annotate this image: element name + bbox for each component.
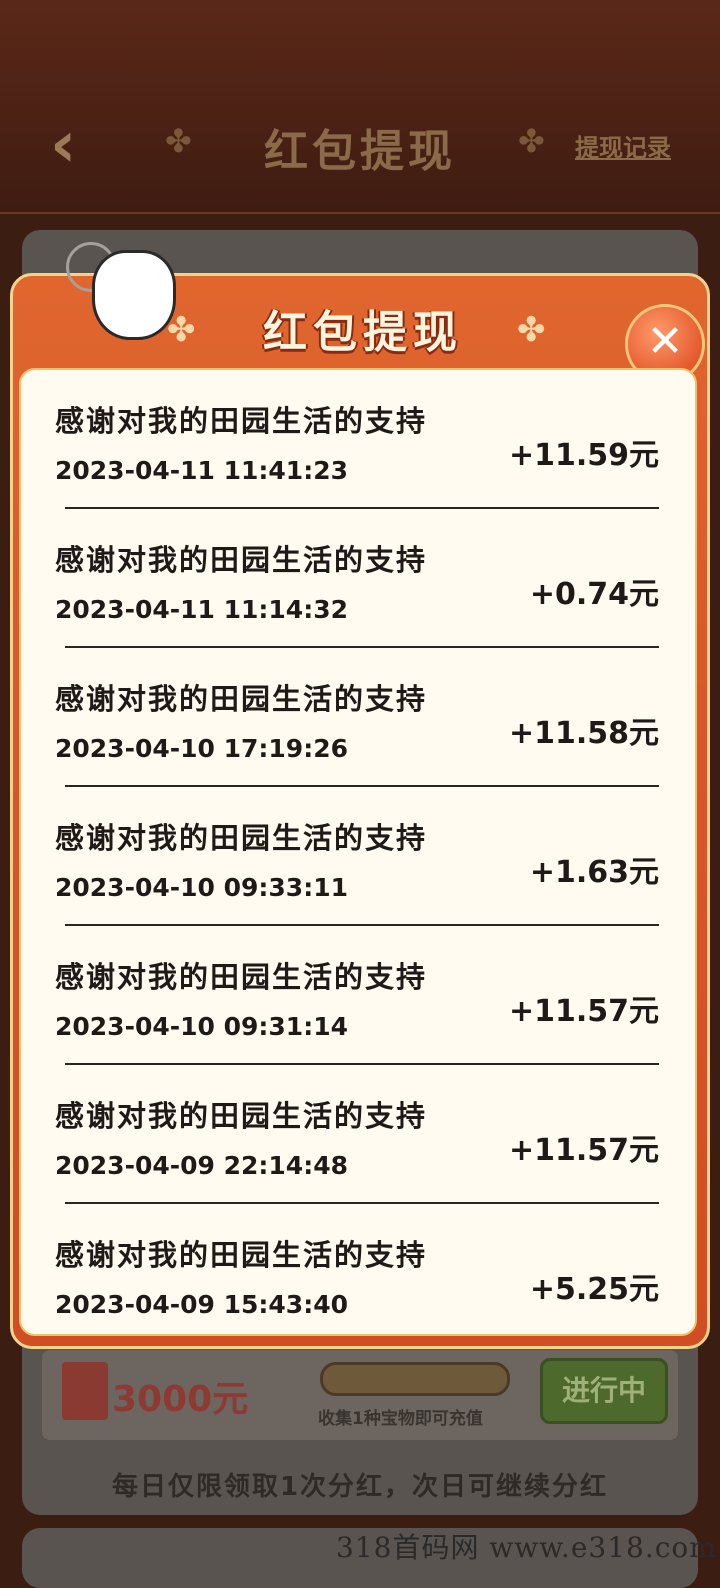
record-title: 感谢对我的田园生活的支持 [55,1099,428,1133]
page-title: 红包提现 [264,126,456,177]
flower-icon: ✤ [165,122,192,160]
record-amount: +11.57元 [508,994,659,1029]
record-time: 2023-04-10 09:33:11 [55,873,348,902]
record-amount: +5.25元 [529,1272,659,1307]
record-time: 2023-04-11 11:41:23 [55,456,348,485]
record-list[interactable]: 感谢对我的田园生活的支持 2023-04-11 11:41:23 +11.59元… [19,368,697,1336]
progress-bar [320,1362,510,1396]
list-item: 感谢对我的田园生活的支持 2023-04-10 17:19:26 +11.58元 [21,648,695,787]
record-amount: +11.58元 [508,716,659,751]
red-envelope-icon [62,1362,108,1420]
list-item: 感谢对我的田园生活的支持 2023-04-11 11:14:32 +0.74元 [21,509,695,648]
record-amount: +11.57元 [508,1133,659,1168]
list-item: 感谢对我的田园生活的支持 2023-04-11 11:41:23 +11.59元 [21,370,695,509]
list-item: 感谢对我的田园生活的支持 2023-04-10 09:31:14 +11.57元 [21,926,695,1065]
daily-notice: 每日仅限领取1次分红，次日可继续分红 [111,1472,609,1502]
record-time: 2023-04-09 15:43:40 [55,1290,348,1319]
page-header: ‹ ✤ 红包提现 ✤ 提现记录 [0,0,720,214]
record-title: 感谢对我的田园生活的支持 [55,543,428,577]
chevron-left-icon[interactable]: ‹ [50,110,110,180]
record-time: 2023-04-10 17:19:26 [55,734,348,763]
watermark: 318首码网 www.e318.com [336,1531,717,1564]
record-title: 感谢对我的田园生活的支持 [55,682,428,716]
record-title: 感谢对我的田园生活的支持 [55,960,428,994]
reward-amount: 3000元 [112,1379,249,1420]
record-time: 2023-04-09 22:14:48 [55,1151,348,1180]
record-time: 2023-04-11 11:14:32 [55,595,348,624]
list-item: 感谢对我的田园生活的支持 2023-04-10 09:33:11 +1.63元 [21,787,695,926]
withdraw-record-link[interactable]: 提现记录 [575,128,705,162]
record-title: 感谢对我的田园生活的支持 [55,821,428,855]
record-amount: +11.59元 [508,438,659,473]
flower-icon: ✤ [517,310,546,350]
record-amount: +1.63元 [529,855,659,890]
list-item: 感谢对我的田园生活的支持 2023-04-09 22:14:48 +11.57元 [21,1065,695,1204]
record-title: 感谢对我的田园生活的支持 [55,1238,428,1272]
status-button[interactable]: 进行中 [540,1358,668,1424]
pointing-hand-icon [92,250,176,340]
record-amount: +0.74元 [529,577,659,612]
record-time: 2023-04-10 09:31:14 [55,1012,348,1041]
list-item: 感谢对我的田园生活的支持 2023-04-09 15:43:40 +5.25元 [21,1204,695,1334]
reward-hint: 收集1种宝物即可充值 [318,1409,483,1429]
record-title: 感谢对我的田园生活的支持 [55,404,428,438]
flower-icon: ✤ [518,122,545,160]
